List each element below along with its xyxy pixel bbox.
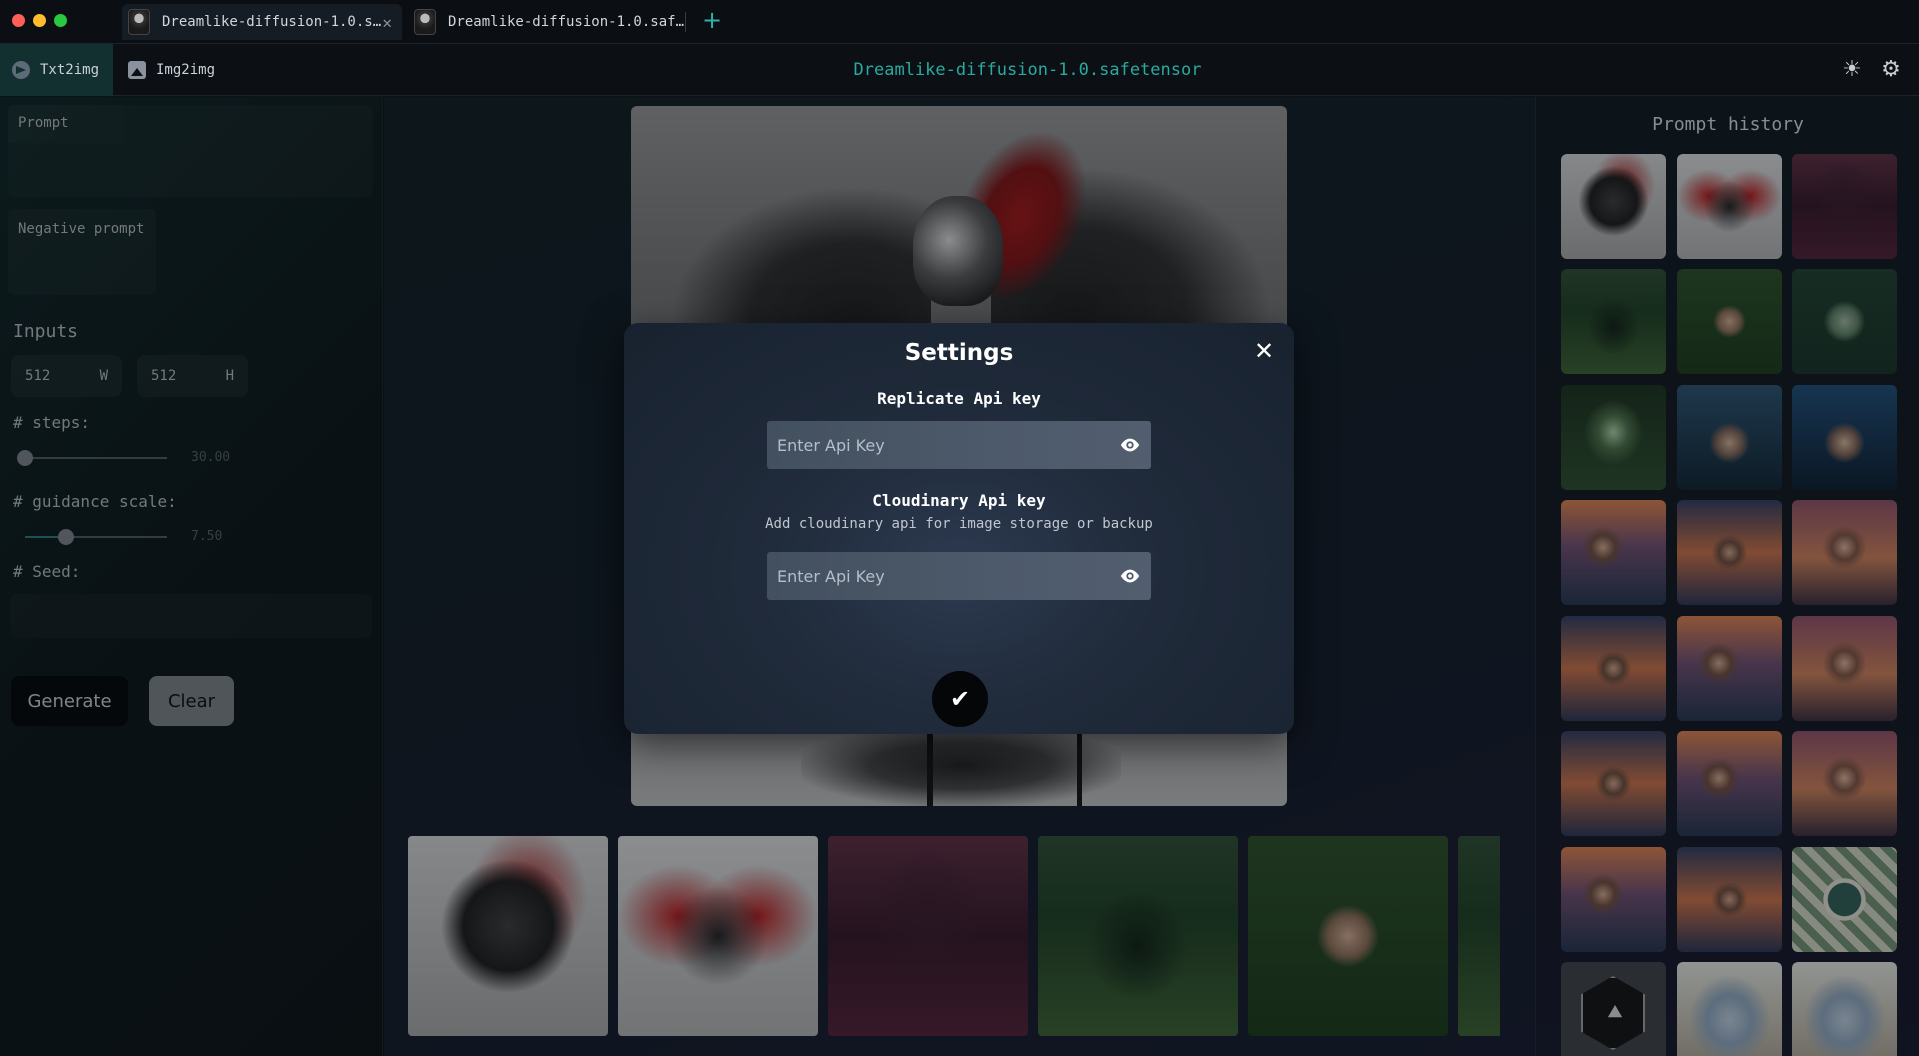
history-thumbnail[interactable] [1561,154,1666,259]
eye-icon[interactable] [1119,566,1141,586]
image-helmet [913,196,1003,306]
title-bar: Dreamlike-diffusion-1.0.s… ✕ Dreamlike-d… [0,0,1919,44]
tab-title: Dreamlike-diffusion-1.0.s… [162,14,382,30]
sun-icon[interactable]: ☀ [1840,58,1864,82]
confirm-button[interactable]: ✔ [932,671,988,727]
strip-thumbnail[interactable] [1458,836,1500,1036]
generate-button[interactable]: Generate [11,676,128,726]
generated-images-strip [408,836,1500,1036]
history-thumbnail[interactable] [1561,385,1666,490]
browser-tab-1[interactable]: Dreamlike-diffusion-1.0.s… ✕ [122,4,402,40]
cloudinary-description: Add cloudinary api for image storage or … [765,516,1153,532]
steps-label: # steps: [13,413,91,432]
history-thumbnail[interactable] [1792,269,1897,374]
history-thumbnail[interactable] [1677,500,1782,605]
history-thumbnail[interactable] [1561,500,1666,605]
seed-input[interactable] [10,594,372,638]
width-unit: W [99,368,108,384]
gear-icon[interactable]: ⚙ [1879,58,1903,82]
history-thumbnail[interactable] [1561,731,1666,836]
height-input[interactable]: 512 H [137,355,248,397]
history-thumbnail[interactable] [1561,847,1666,952]
tab-thumbnail [414,9,436,35]
cloudinary-input-wrapper [767,552,1151,600]
tree-logo-icon [1581,976,1645,1050]
cloudinary-api-input[interactable] [767,552,1097,600]
replicate-label: Replicate Api key [877,389,1041,408]
sidebar: Prompt Negative prompt Inputs 512 W 512 … [0,97,383,1056]
history-thumbnail[interactable] [1792,731,1897,836]
browser-tab-2[interactable]: Dreamlike-diffusion-1.0.saf… [410,4,690,40]
history-thumbnail[interactable] [1792,616,1897,721]
width-value: 512 [25,368,51,384]
close-icon[interactable]: ✕ [1252,339,1276,363]
strip-thumbnail[interactable] [618,836,818,1036]
strip-thumbnail[interactable] [1038,836,1238,1036]
history-thumbnail[interactable] [1677,385,1782,490]
history-thumbnail[interactable] [1561,962,1666,1056]
minimize-window-button[interactable] [33,14,46,27]
tab-img2img[interactable]: Img2img [128,44,248,96]
tab-close-icon[interactable]: ✕ [382,13,392,32]
tab-divider [685,12,686,32]
history-thumbnail[interactable] [1677,962,1782,1056]
tab-txt2img[interactable]: Txt2img [0,44,113,96]
tab-label: Txt2img [40,62,100,78]
close-window-button[interactable] [12,14,25,27]
prompt-input[interactable]: Prompt [8,105,373,197]
prompt-label: Prompt [8,105,124,143]
guidance-slider-thumb[interactable] [58,529,75,545]
model-title: Dreamlike-diffusion-1.0.safetensor [853,60,1202,80]
eye-icon[interactable] [1119,435,1141,455]
strip-thumbnail[interactable] [1248,836,1448,1036]
cloudinary-label: Cloudinary Api key [872,491,1046,510]
guidance-value: 7.50 [191,529,223,544]
maximize-window-button[interactable] [54,14,67,27]
send-icon [12,61,30,79]
history-thumbnail[interactable] [1792,847,1897,952]
height-unit: H [225,368,234,384]
tab-thumbnail [128,9,150,35]
replicate-input-wrapper [767,421,1151,469]
settings-modal: Settings ✕ Replicate Api key Cloudinary … [624,323,1294,734]
guidance-label: # guidance scale: [13,492,177,511]
steps-value: 30.00 [191,450,231,465]
history-thumbnail[interactable] [1677,731,1782,836]
history-thumbnail[interactable] [1792,500,1897,605]
replicate-api-input[interactable] [767,421,1097,469]
strip-thumbnail[interactable] [408,836,608,1036]
history-title: Prompt history [1652,114,1804,135]
history-thumbnail[interactable] [1792,962,1897,1056]
app-header: Txt2img Img2img Dreamlike-diffusion-1.0.… [0,44,1919,96]
width-input[interactable]: 512 W [11,355,122,397]
history-thumbnail[interactable] [1561,616,1666,721]
negative-prompt-label: Negative prompt [18,221,145,237]
steps-slider-thumb[interactable] [17,450,33,466]
history-thumbnail[interactable] [1792,154,1897,259]
tab-title: Dreamlike-diffusion-1.0.saf… [448,14,685,30]
strip-thumbnail[interactable] [828,836,1028,1036]
inputs-title: Inputs [13,321,79,342]
prompt-history-panel: Prompt history [1535,97,1919,1056]
settings-title: Settings [904,340,1014,366]
image-icon [128,61,146,79]
history-thumbnail[interactable] [1677,269,1782,374]
clear-button[interactable]: Clear [149,676,234,726]
history-thumbnail[interactable] [1677,847,1782,952]
check-icon: ✔ [949,685,971,713]
steps-slider[interactable] [17,450,167,466]
negative-prompt-input[interactable]: Negative prompt [8,209,156,295]
plus-icon[interactable]: + [702,6,722,34]
tab-label: Img2img [156,62,216,78]
guidance-slider[interactable] [25,529,167,545]
height-value: 512 [151,368,177,384]
history-thumbnail[interactable] [1792,385,1897,490]
history-thumbnail[interactable] [1677,616,1782,721]
image-ink-bottom [801,726,1121,806]
history-thumbnail[interactable] [1561,269,1666,374]
seed-label: # Seed: [13,562,81,581]
history-thumbnail[interactable] [1677,154,1782,259]
